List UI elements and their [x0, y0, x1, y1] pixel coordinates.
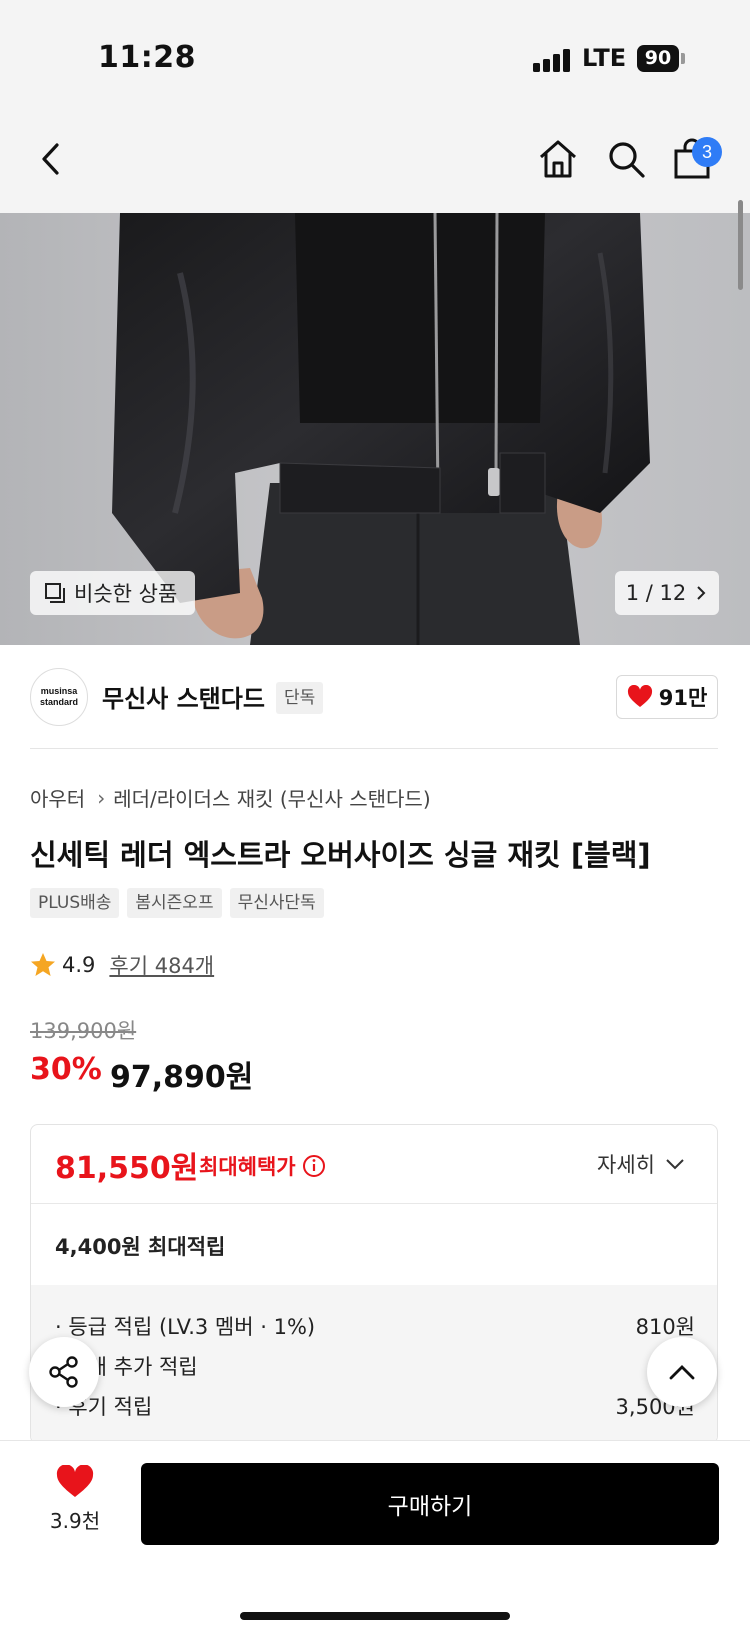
sale-price: 97,890원 — [110, 1060, 254, 1095]
benefit-box: 81,550원 최대혜택가 자세히 4,400원 최대적립 · 등급 적립 (L… — [30, 1124, 718, 1444]
brand-like-button[interactable]: 91만 — [616, 675, 718, 719]
search-icon — [609, 142, 645, 178]
status-bar: 11:28 LTE 90 — [0, 0, 750, 105]
scroll-indicator[interactable] — [738, 200, 743, 290]
breadcrumb-subcategory[interactable]: 레더/라이더스 재킷 (무신사 스탠다드) — [113, 783, 430, 812]
points-row: · 등급 적립 (LV.3 멤버 · 1%) 810원 — [55, 1311, 695, 1341]
breadcrumb-category[interactable]: 아우터 — [30, 783, 85, 812]
product-tags: PLUS배송 봄시즌오프 무신사단독 — [30, 888, 332, 918]
benefit-header[interactable]: 81,550원 최대혜택가 자세히 — [31, 1125, 717, 1203]
buy-button[interactable]: 구매하기 — [141, 1463, 719, 1545]
points-list: · 등급 적립 (LV.3 멤버 · 1%) 810원 · 구매 추가 적립 ·… — [31, 1285, 717, 1443]
reviews-link[interactable]: 후기 484개 — [109, 950, 214, 980]
product-title: 신세틱 레더 엑스트라 오버사이즈 싱글 재킷 [블랙] — [30, 838, 651, 872]
wishlist-button[interactable]: 3.9천 — [40, 1465, 110, 1534]
similar-products-button[interactable]: 비슷한 상품 — [30, 571, 195, 615]
product-tag: PLUS배송 — [30, 888, 120, 918]
chevron-up-icon — [669, 1365, 695, 1380]
chevron-right-icon: › — [97, 785, 106, 810]
signal-icon — [533, 48, 573, 72]
original-price: 139,900원 — [30, 1019, 137, 1043]
benefit-detail-label: 자세히 — [597, 1153, 655, 1177]
cart-count-badge: 3 — [692, 137, 722, 167]
network-label: LTE — [582, 44, 627, 72]
product-tag: 봄시즌오프 — [127, 888, 222, 918]
top-nav — [0, 105, 750, 213]
chevron-down-icon — [666, 1159, 684, 1170]
points-total: 4,400원 최대적립 — [55, 1235, 226, 1259]
scroll-top-button[interactable] — [647, 1337, 717, 1407]
max-benefit-label-text: 최대혜택가 — [199, 1155, 296, 1179]
heart-icon — [627, 685, 652, 707]
brand-name[interactable]: 무신사 스탠다드 — [102, 679, 265, 714]
similar-products-label: 비슷한 상품 — [74, 582, 178, 606]
wishlist-count: 3.9천 — [49, 1509, 101, 1533]
share-button[interactable] — [29, 1337, 99, 1407]
info-icon[interactable] — [302, 1154, 326, 1178]
max-benefit-label: 최대혜택가 — [199, 1151, 326, 1181]
divider — [31, 1203, 717, 1204]
max-benefit-price: 81,550원 — [55, 1151, 199, 1186]
image-counter[interactable]: 1 / 12 — [615, 571, 719, 615]
product-tag: 무신사단독 — [229, 888, 324, 918]
points-row: · 구매 추가 적립 — [55, 1351, 695, 1381]
battery-icon: 90 — [637, 45, 679, 72]
search-button[interactable] — [598, 131, 654, 187]
home-icon — [540, 140, 576, 178]
chevron-right-icon — [697, 586, 706, 600]
brand-logo[interactable]: musinsa standard — [30, 668, 88, 726]
brand-exclusive-tag: 단독 — [276, 682, 324, 714]
image-counter-text: 1 / 12 — [625, 581, 687, 605]
points-row-label: · 등급 적립 (LV.3 멤버 · 1%) — [55, 1315, 316, 1339]
brand-logo-line1: musinsa — [40, 686, 78, 696]
back-button[interactable] — [24, 131, 80, 187]
discount-rate: 30% — [30, 1052, 102, 1087]
share-icon — [49, 1356, 78, 1388]
battery-tip — [681, 53, 685, 64]
home-button[interactable] — [530, 131, 586, 187]
benefit-detail-button[interactable]: 자세히 — [597, 1149, 685, 1179]
bottom-action-bar: 3.9천 구매하기 — [0, 1440, 750, 1630]
rating-score: 4.9 — [62, 953, 96, 977]
brand-like-count: 91만 — [658, 686, 708, 710]
status-time: 11:28 — [98, 40, 196, 75]
chevron-left-icon — [42, 143, 59, 175]
breadcrumb: 아우터 › 레더/라이더스 재킷 (무신사 스탠다드) — [30, 783, 431, 812]
brand-logo-line2: standard — [39, 697, 78, 707]
home-indicator — [240, 1612, 510, 1620]
star-icon — [31, 953, 55, 976]
heart-icon — [56, 1465, 94, 1497]
divider — [30, 748, 718, 749]
points-row: · 후기 적립 3,500원 — [55, 1391, 695, 1421]
copy-icon — [45, 583, 65, 603]
rating-row: 4.9 후기 484개 — [30, 950, 214, 980]
